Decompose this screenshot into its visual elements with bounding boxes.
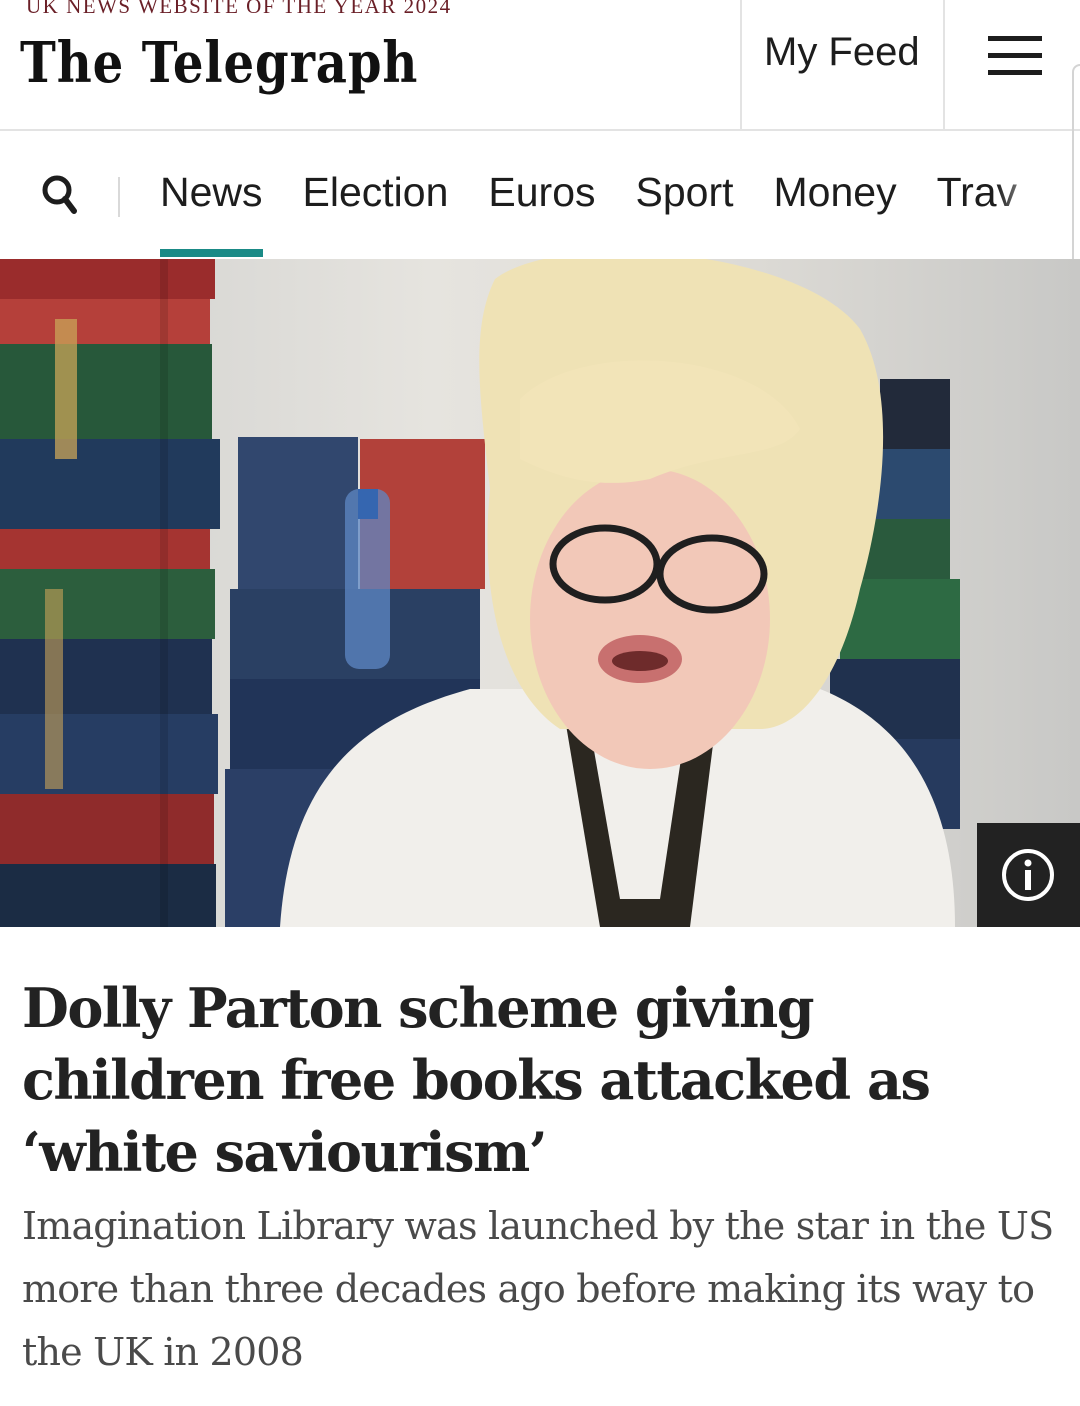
my-feed-label: My Feed xyxy=(764,30,920,74)
site-logo[interactable]: The Telegraph xyxy=(20,30,418,96)
my-feed-button[interactable]: My Feed xyxy=(740,0,945,131)
nav-item-news[interactable]: News xyxy=(160,169,263,257)
hero-image[interactable] xyxy=(0,259,1080,927)
nav-divider xyxy=(118,177,120,217)
image-info-button[interactable] xyxy=(977,823,1080,927)
search-icon[interactable] xyxy=(40,173,80,217)
nav-item-euros[interactable]: Euros xyxy=(488,169,595,216)
nav-item-sport[interactable]: Sport xyxy=(636,169,734,216)
nav-item-election[interactable]: Election xyxy=(303,169,449,216)
info-icon xyxy=(1002,849,1054,901)
masthead: UK NEWS WEBSITE OF THE YEAR 2024 The Tel… xyxy=(0,0,1080,131)
nav-fade xyxy=(996,131,1066,259)
nav-item-money[interactable]: Money xyxy=(774,169,897,216)
hamburger-menu-icon[interactable] xyxy=(988,36,1042,76)
article-standfirst: Imagination Library was launched by the … xyxy=(22,1204,1054,1374)
article-headline[interactable]: Dolly Parton scheme giving children free… xyxy=(22,972,1062,1188)
nav-items: News Election Euros Sport Money Trav xyxy=(160,169,1057,257)
section-nav: News Election Euros Sport Money Trav xyxy=(0,131,1080,259)
award-banner: UK NEWS WEBSITE OF THE YEAR 2024 xyxy=(26,0,452,18)
book-stack-left xyxy=(0,259,220,927)
